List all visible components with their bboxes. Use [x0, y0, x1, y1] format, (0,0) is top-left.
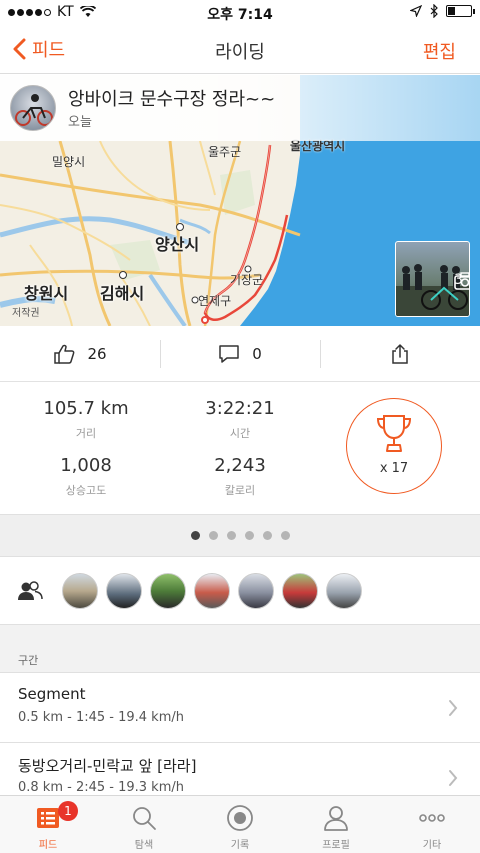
share-icon [392, 343, 408, 364]
profile-icon [324, 806, 348, 831]
notification-badge: 1 [58, 801, 78, 821]
rider-avatar[interactable] [238, 573, 274, 609]
tab-profile[interactable]: 프로필 [288, 796, 384, 853]
stat-elevation: 1,008 상승고도 [16, 455, 156, 498]
trophy-icon [376, 415, 412, 452]
tab-more-label: 기타 [422, 840, 442, 851]
page-dot[interactable] [190, 531, 200, 540]
segments-header: 구간 [0, 625, 480, 673]
page-dot[interactable] [280, 531, 290, 540]
nav-bar: 피드 라이딩 편집 [0, 26, 480, 74]
activity-title: 앙바이크 문수구장 정라~~ [68, 89, 276, 110]
tab-record[interactable]: 기록 [192, 796, 288, 853]
comment-count: 0 [252, 344, 262, 363]
route-map[interactable]: 밀양시 울주군 울산광역시 양산시 기장군 창원시 김해시 연제구 저작권 앙바… [0, 75, 480, 326]
thumbs-up-icon [54, 344, 75, 364]
tab-feed[interactable]: 피드 1 [0, 796, 96, 853]
clock: 오후 7:14 [207, 7, 273, 23]
segment-detail: 0.5 km - 1:45 - 19.4 km/h [18, 710, 184, 725]
tab-bar: 피드 1 탐색 기록 프로필 기타 [0, 795, 480, 853]
segments-header-label: 구간 [18, 654, 39, 667]
comment-button[interactable]: 0 [160, 326, 320, 381]
activity-date: 오늘 [68, 115, 92, 130]
stat-elevation-value: 1,008 [60, 455, 112, 476]
map-label-ulju: 울주군 [208, 145, 242, 159]
cyclist-icon [15, 94, 53, 126]
page-dot[interactable] [244, 531, 254, 540]
segment-name: 동방오거리-민락교 앞 [라라] [18, 757, 197, 775]
battery-icon [446, 5, 475, 17]
stat-calories-value: 2,243 [214, 455, 266, 476]
page-dot[interactable] [208, 531, 218, 540]
tab-explore-label: 탐색 [134, 840, 154, 851]
segment-detail: 0.8 km - 2:45 - 19.3 km/h [18, 780, 184, 795]
share-button[interactable] [320, 326, 480, 381]
map-label-yeonje: 연제구 [198, 294, 232, 308]
edit-button[interactable]: 편집 [423, 38, 456, 64]
kudos-button[interactable]: 26 [0, 326, 160, 381]
stat-distance-label: 거리 [75, 427, 97, 440]
map-label-changwon: 창원시 [24, 284, 69, 303]
stat-distance-value: 105.7 km [43, 398, 129, 419]
segment-name: Segment [18, 685, 86, 703]
tab-explore[interactable]: 탐색 [96, 796, 192, 853]
stats-page-indicator[interactable] [0, 514, 480, 557]
activity-stats: 105.7 km 거리 3:22:21 시간 1,008 상승고도 2,243 … [0, 382, 480, 514]
rider-avatar[interactable] [150, 573, 186, 609]
more-dots-icon [419, 814, 445, 822]
comment-icon [219, 344, 239, 363]
rider-avatar[interactable] [282, 573, 318, 609]
rider-avatar[interactable] [326, 573, 362, 609]
location-arrow-icon [410, 5, 422, 17]
map-label-miryang: 밀양시 [52, 155, 86, 169]
achievements-button[interactable]: x 17 [346, 398, 442, 494]
athlete-avatar[interactable] [10, 85, 56, 131]
page-dot[interactable] [262, 531, 272, 540]
page-title: 라이딩 [215, 42, 265, 63]
activity-header: 앙바이크 문수구장 정라~~ 오늘 [0, 75, 480, 141]
map-copyright: 저작권 [12, 308, 40, 319]
stat-calories-label: 칼로리 [224, 484, 256, 497]
status-bar: KT 오후 7:14 [0, 0, 480, 26]
stat-calories: 2,243 칼로리 [170, 455, 310, 498]
group-users-icon [18, 581, 43, 600]
map-label-yangsan: 양산시 [155, 235, 200, 254]
map-label-gijang: 기장군 [230, 273, 264, 287]
map-label-gimhae: 김해시 [100, 284, 145, 303]
stat-elevation-label: 상승고도 [65, 484, 107, 497]
rider-avatar[interactable] [62, 573, 98, 609]
stat-distance: 105.7 km 거리 [16, 398, 156, 441]
search-icon [133, 807, 156, 830]
tab-profile-label: 프로필 [322, 840, 350, 851]
rider-avatar[interactable] [106, 573, 142, 609]
camera-icon [454, 272, 469, 290]
tab-record-label: 기록 [230, 840, 250, 851]
social-actions: 26 0 [0, 326, 480, 382]
photo-thumbnail[interactable]: 3 [395, 241, 470, 317]
page-dot[interactable] [226, 531, 236, 540]
tab-more[interactable]: 기타 [384, 796, 480, 853]
kudos-count: 26 [87, 344, 107, 363]
bluetooth-icon [430, 4, 438, 18]
record-icon [227, 805, 253, 831]
tab-feed-label: 피드 [38, 840, 58, 851]
stat-time: 3:22:21 시간 [170, 398, 310, 441]
stat-time-value: 3:22:21 [205, 398, 275, 419]
chevron-right-icon [449, 770, 458, 786]
photo-count: 3 [454, 272, 469, 290]
achievement-count: x 17 [379, 461, 409, 476]
chevron-right-icon [449, 700, 458, 716]
rider-avatar[interactable] [194, 573, 230, 609]
stat-time-label: 시간 [229, 427, 251, 440]
group-riders[interactable] [0, 557, 480, 625]
segment-row[interactable]: Segment 0.5 km - 1:45 - 19.4 km/h [0, 673, 480, 743]
